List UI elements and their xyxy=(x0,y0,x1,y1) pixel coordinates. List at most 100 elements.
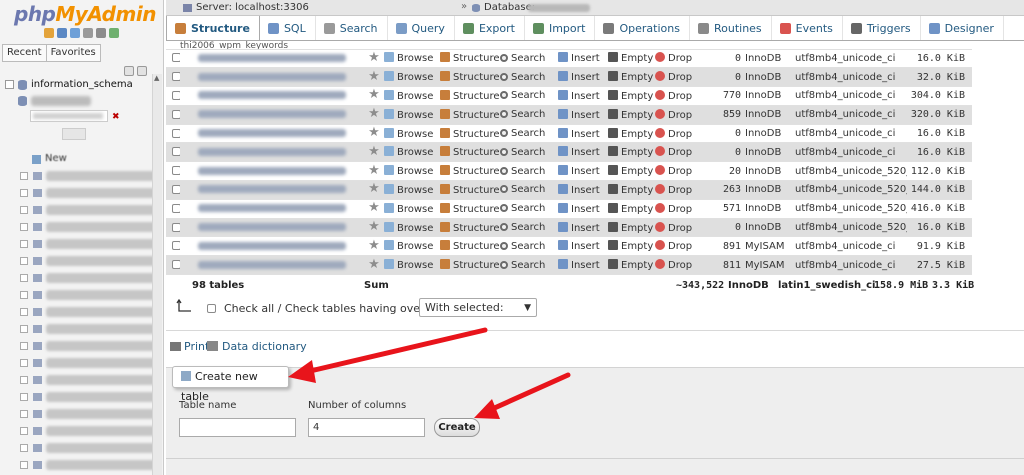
expand-icon[interactable] xyxy=(5,80,14,89)
search-action[interactable]: Search xyxy=(500,180,558,200)
structure-action[interactable]: Structure xyxy=(440,124,500,144)
logout-icon[interactable] xyxy=(57,28,67,38)
drop-action[interactable]: Drop xyxy=(655,67,697,88)
empty-action[interactable]: Empty xyxy=(608,161,655,182)
empty-action[interactable]: Empty xyxy=(608,142,655,163)
insert-action[interactable]: Insert xyxy=(558,67,608,88)
favorite-star-icon[interactable]: ★ xyxy=(368,87,380,102)
expand-icon[interactable] xyxy=(20,393,28,401)
row-checkbox[interactable] xyxy=(172,260,180,270)
search-action[interactable]: Search xyxy=(500,105,558,125)
number-of-columns-input[interactable]: 4 xyxy=(308,418,425,437)
empty-action[interactable]: Empty xyxy=(608,124,655,144)
browse-action[interactable]: Browse xyxy=(384,180,440,200)
clear-filter-icon[interactable]: ✖ xyxy=(112,112,120,122)
browse-action[interactable]: Browse xyxy=(384,124,440,144)
favorite-star-icon[interactable]: ★ xyxy=(368,219,380,234)
tree-item-table[interactable] xyxy=(18,304,162,320)
row-checkbox[interactable] xyxy=(172,72,180,82)
table-name-link[interactable] xyxy=(198,72,346,81)
row-checkbox[interactable] xyxy=(172,203,180,213)
check-all-label[interactable]: Check all / Check tables having overhead xyxy=(224,302,452,316)
table-name-input[interactable] xyxy=(179,418,296,437)
tab-search[interactable]: Search xyxy=(316,16,388,40)
tree-item-table[interactable] xyxy=(18,185,162,201)
tree-item-table[interactable] xyxy=(18,168,162,184)
reload-icon[interactable] xyxy=(109,28,119,38)
search-action[interactable]: Search xyxy=(500,49,558,69)
favorite-star-icon[interactable]: ★ xyxy=(368,144,380,159)
drop-action[interactable]: Drop xyxy=(655,86,697,106)
browse-action[interactable]: Browse xyxy=(384,255,440,276)
expand-icon[interactable] xyxy=(20,223,28,231)
tree-item-current-database[interactable] xyxy=(31,96,91,106)
structure-action[interactable]: Structure xyxy=(440,49,500,69)
tab-import[interactable]: Import xyxy=(525,16,596,40)
expand-icon[interactable] xyxy=(20,427,28,435)
structure-action[interactable]: Structure xyxy=(440,199,500,219)
expand-icon[interactable] xyxy=(20,274,28,282)
favorite-star-icon[interactable]: ★ xyxy=(368,50,380,65)
table-name-link[interactable] xyxy=(198,204,346,213)
structure-action[interactable]: Structure xyxy=(440,67,500,88)
tab-triggers[interactable]: Triggers xyxy=(843,16,921,40)
tree-item-information-schema[interactable]: information_schema xyxy=(31,78,133,92)
with-selected-dropdown[interactable]: With selected: ▼ xyxy=(419,298,537,317)
row-checkbox[interactable] xyxy=(172,90,180,100)
table-name-link[interactable] xyxy=(198,53,346,62)
table-name-link[interactable] xyxy=(198,91,346,100)
row-checkbox[interactable] xyxy=(172,184,180,194)
expand-icon[interactable] xyxy=(20,172,28,180)
tree-item-table[interactable] xyxy=(18,423,162,439)
favorite-star-icon[interactable]: ★ xyxy=(368,163,380,178)
scroll-up-icon[interactable]: ▲ xyxy=(154,74,159,82)
search-action[interactable]: Search xyxy=(500,142,558,163)
search-action[interactable]: Search xyxy=(500,218,558,238)
structure-action[interactable]: Structure xyxy=(440,142,500,163)
row-checkbox[interactable] xyxy=(172,53,180,63)
empty-action[interactable]: Empty xyxy=(608,236,655,257)
create-button[interactable]: Create xyxy=(434,418,480,437)
browse-action[interactable]: Browse xyxy=(384,199,440,219)
structure-action[interactable]: Structure xyxy=(440,236,500,257)
structure-action[interactable]: Structure xyxy=(440,105,500,125)
expand-icon[interactable] xyxy=(20,444,28,452)
tree-item-table[interactable] xyxy=(18,219,162,235)
search-action[interactable]: Search xyxy=(500,255,558,276)
docs-icon[interactable] xyxy=(83,28,93,38)
browse-action[interactable]: Browse xyxy=(384,218,440,238)
insert-action[interactable]: Insert xyxy=(558,49,608,69)
row-checkbox[interactable] xyxy=(172,128,180,138)
tree-item-table[interactable] xyxy=(18,372,162,388)
tab-structure[interactable]: Structure xyxy=(166,16,260,40)
expand-icon[interactable] xyxy=(20,308,28,316)
expand-icon[interactable] xyxy=(20,342,28,350)
empty-action[interactable]: Empty xyxy=(608,67,655,88)
empty-action[interactable]: Empty xyxy=(608,105,655,125)
insert-action[interactable]: Insert xyxy=(558,180,608,200)
sidebar-scrollbar[interactable]: ▲ xyxy=(152,74,162,475)
search-action[interactable]: Search xyxy=(500,199,558,219)
row-checkbox[interactable] xyxy=(172,166,180,176)
tree-item-table[interactable] xyxy=(18,202,162,218)
empty-action[interactable]: Empty xyxy=(608,86,655,106)
tree-item-table[interactable] xyxy=(18,236,162,252)
favorite-star-icon[interactable]: ★ xyxy=(368,125,380,140)
insert-action[interactable]: Insert xyxy=(558,218,608,238)
tab-query[interactable]: Query xyxy=(388,16,455,40)
browse-action[interactable]: Browse xyxy=(384,49,440,69)
empty-action[interactable]: Empty xyxy=(608,199,655,219)
tree-item-table[interactable] xyxy=(18,406,162,422)
drop-action[interactable]: Drop xyxy=(655,218,697,238)
tab-events[interactable]: Events xyxy=(772,16,843,40)
favorite-star-icon[interactable]: ★ xyxy=(368,257,380,272)
row-checkbox[interactable] xyxy=(172,222,180,232)
drop-action[interactable]: Drop xyxy=(655,161,697,182)
expand-icon[interactable] xyxy=(20,376,28,384)
tab-operations[interactable]: Operations xyxy=(595,16,690,40)
search-action[interactable]: Search xyxy=(500,236,558,257)
tree-item-table[interactable] xyxy=(18,253,162,269)
search-action[interactable]: Search xyxy=(500,86,558,106)
table-name-link[interactable] xyxy=(198,147,346,156)
expand-icon[interactable] xyxy=(20,461,28,469)
